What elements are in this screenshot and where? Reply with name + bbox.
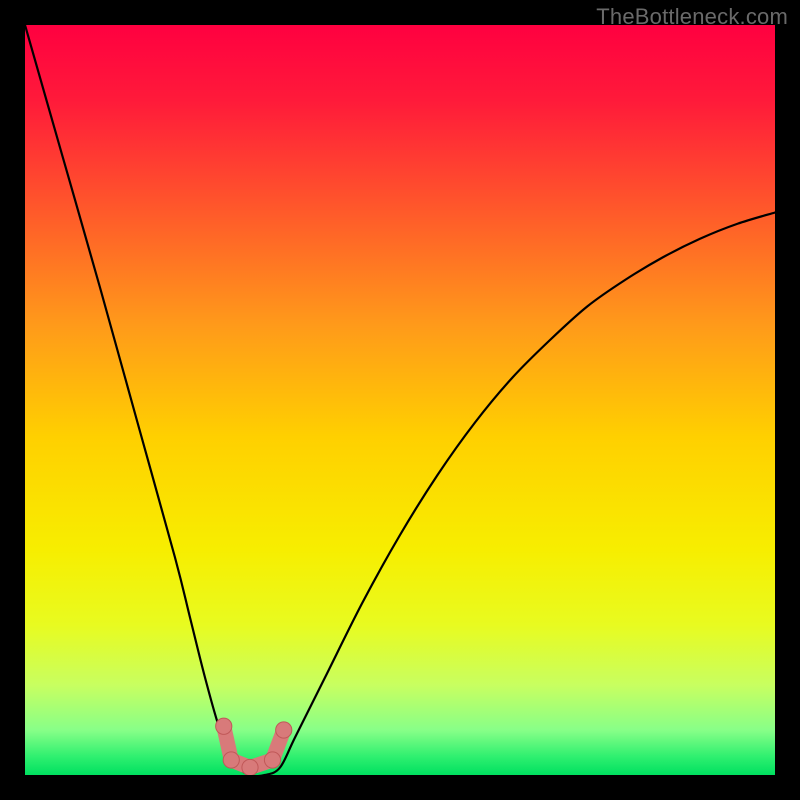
gradient-background bbox=[25, 25, 775, 775]
marker-right-top bbox=[276, 722, 292, 738]
chart-frame bbox=[25, 25, 775, 775]
plot-svg bbox=[25, 25, 775, 775]
marker-left-top bbox=[216, 718, 232, 734]
watermark-text: TheBottleneck.com bbox=[596, 4, 788, 30]
marker-mid bbox=[242, 759, 258, 775]
marker-right-bottom bbox=[264, 752, 280, 768]
marker-left-bottom bbox=[223, 752, 239, 768]
